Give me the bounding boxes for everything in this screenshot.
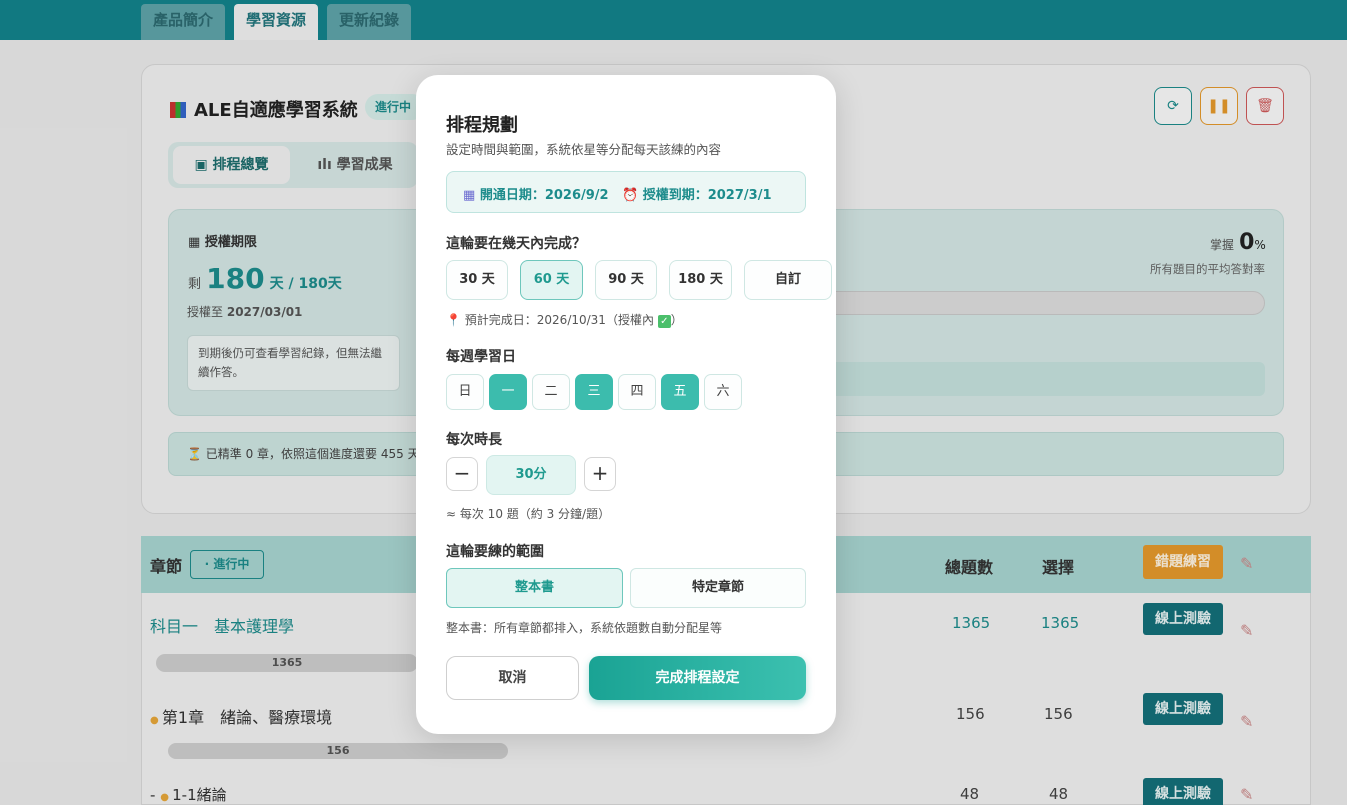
duration-increase-button[interactable]: +	[584, 457, 616, 491]
weekdays-label: 每週學習日	[446, 349, 516, 365]
days-option-30[interactable]: 30 天	[446, 260, 508, 300]
schedule-modal: 排程規劃 設定時間與範圍，系統依星等分配每天該練的內容 ▦ 開通日期：2026/…	[416, 75, 836, 734]
pin-icon: 📍	[446, 313, 461, 327]
range-label: 這輪要練的範圍	[446, 544, 544, 560]
days-option-180[interactable]: 180 天	[669, 260, 732, 300]
days-option-custom[interactable]: 自訂	[744, 260, 832, 300]
weekday-tue[interactable]: 二	[532, 374, 570, 410]
minus-icon: −	[453, 461, 471, 485]
weekday-fri[interactable]: 五	[661, 374, 699, 410]
days-option-60[interactable]: 60 天	[520, 260, 583, 300]
range-whole-book[interactable]: 整本書	[446, 568, 623, 608]
alarm-clock-icon: ⏰	[622, 188, 643, 203]
plus-icon: +	[591, 461, 609, 485]
cancel-button[interactable]: 取消	[446, 656, 579, 700]
days-option-90[interactable]: 90 天	[595, 260, 657, 300]
calendar-icon: ▦	[463, 188, 480, 203]
modal-title: 排程規劃	[446, 115, 518, 136]
finish-date-note: 📍 預計完成日：2026/10/31（授權內 ✓）	[446, 313, 683, 328]
duration-decrease-button[interactable]: −	[446, 457, 478, 491]
modal-subtitle: 設定時間與範圍，系統依星等分配每天該練的內容	[446, 142, 722, 157]
range-note: 整本書：所有章節都排入，系統依題數自動分配星等	[446, 621, 723, 635]
weekday-mon[interactable]: 一	[489, 374, 527, 410]
confirm-schedule-button[interactable]: 完成排程設定	[589, 656, 806, 700]
duration-note: ≈ 每次 10 題（約 3 分鐘/題）	[446, 507, 611, 521]
check-icon: ✓	[657, 315, 671, 328]
days-question: 這輪要在幾天內完成？	[446, 236, 586, 252]
open-date: ▦ 開通日期：2026/9/2	[463, 188, 609, 203]
duration-label: 每次時長	[446, 432, 502, 448]
weekday-sun[interactable]: 日	[446, 374, 484, 410]
weekday-sat[interactable]: 六	[704, 374, 742, 410]
range-specific-chapters[interactable]: 特定章節	[630, 568, 806, 608]
weekday-wed[interactable]: 三	[575, 374, 613, 410]
expire-date: ⏰ 授權到期：2027/3/1	[622, 188, 772, 203]
date-info-box: ▦ 開通日期：2026/9/2 ⏰ 授權到期：2027/3/1	[446, 171, 806, 213]
weekday-thu[interactable]: 四	[618, 374, 656, 410]
duration-value: 30分	[486, 455, 576, 495]
